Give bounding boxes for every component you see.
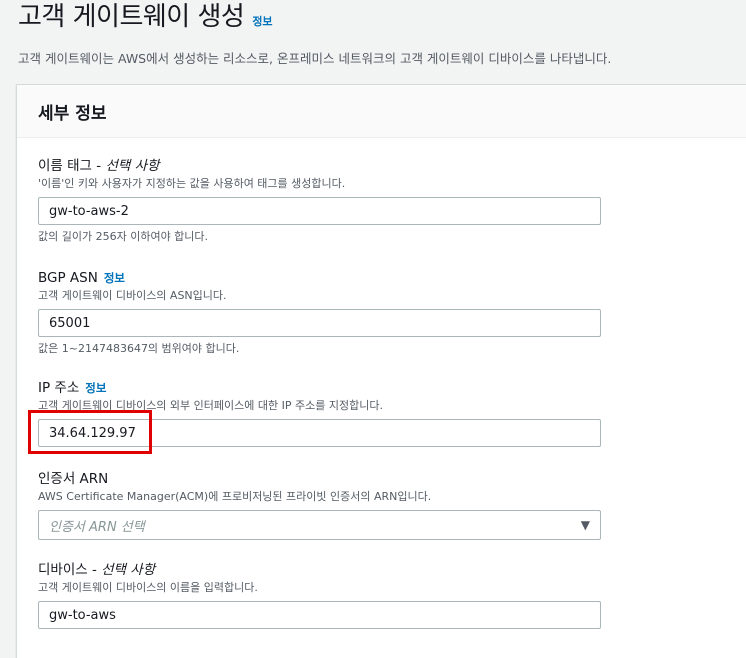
- name-tag-input[interactable]: [38, 197, 601, 225]
- certificate-arn-label: 인증서 ARN: [38, 471, 109, 487]
- bgp-asn-info-link[interactable]: 정보: [104, 271, 125, 285]
- header-info-link[interactable]: 정보: [252, 13, 272, 29]
- page-description: 고객 게이트웨이는 AWS에서 생성하는 리소스로, 온프레미스 네트워크의 고…: [18, 51, 612, 66]
- bgp-asn-label-text: BGP ASN: [38, 270, 98, 286]
- bgp-asn-input[interactable]: [38, 309, 601, 337]
- ip-address-label-text: IP 주소: [38, 380, 80, 396]
- ip-address-info-link[interactable]: 정보: [85, 381, 106, 395]
- certificate-arn-select[interactable]: 인증서 ARN 선택 ▼: [38, 510, 601, 540]
- create-customer-gateway-page: 고객 게이트웨이 생성 정보 고객 게이트웨이는 AWS에서 생성하는 리소스로…: [0, 0, 746, 658]
- device-label: 디바이스 - 선택 사항: [38, 561, 601, 579]
- device-input[interactable]: [38, 601, 601, 629]
- ip-highlight-annotation: [28, 410, 152, 454]
- bgp-asn-field: BGP ASN 정보 고객 게이트웨이 디바이스의 ASN입니다. 값은 1~21…: [38, 269, 601, 356]
- bgp-asn-label: BGP ASN 정보: [38, 269, 601, 287]
- device-description: 고객 게이트웨이 디바이스의 이름을 입력합니다.: [38, 581, 258, 594]
- details-panel: 세부 정보 이름 태그 - 선택 사항 '이름'인 키와 사용자가 지정하는 값…: [16, 84, 746, 658]
- page-header: 고객 게이트웨이 생성 정보: [18, 0, 273, 34]
- certificate-arn-field: 인증서 ARN AWS Certificate Manager(ACM)에 프로…: [38, 470, 601, 540]
- caret-down-icon: ▼: [580, 518, 590, 532]
- name-tag-optional: 선택 사항: [105, 158, 160, 174]
- name-tag-label-text: 이름 태그 -: [38, 158, 106, 174]
- bgp-asn-constraint: 값은 1~2147483647의 범위여야 합니다.: [38, 342, 240, 355]
- device-field: 디바이스 - 선택 사항 고객 게이트웨이 디바이스의 이름을 입력합니다.: [38, 561, 601, 629]
- bgp-asn-description: 고객 게이트웨이 디바이스의 ASN입니다.: [38, 289, 227, 302]
- details-panel-header: 세부 정보: [17, 85, 746, 138]
- name-tag-label: 이름 태그 - 선택 사항: [38, 157, 601, 175]
- ip-address-label: IP 주소 정보: [38, 379, 601, 397]
- details-panel-title: 세부 정보: [38, 103, 107, 124]
- certificate-arn-description: AWS Certificate Manager(ACM)에 프로비저닝된 프라이…: [38, 490, 432, 503]
- name-tag-constraint: 값의 길이가 256자 이하여야 합니다.: [38, 230, 209, 243]
- name-tag-description: '이름'인 키와 사용자가 지정하는 값을 사용하여 태그를 생성합니다.: [38, 177, 346, 190]
- device-optional: 선택 사항: [101, 562, 156, 578]
- name-tag-field: 이름 태그 - 선택 사항 '이름'인 키와 사용자가 지정하는 값을 사용하여…: [38, 157, 601, 244]
- certificate-arn-placeholder: 인증서 ARN 선택: [49, 519, 145, 535]
- device-label-text: 디바이스 -: [38, 562, 102, 578]
- page-title: 고객 게이트웨이 생성: [18, 2, 245, 32]
